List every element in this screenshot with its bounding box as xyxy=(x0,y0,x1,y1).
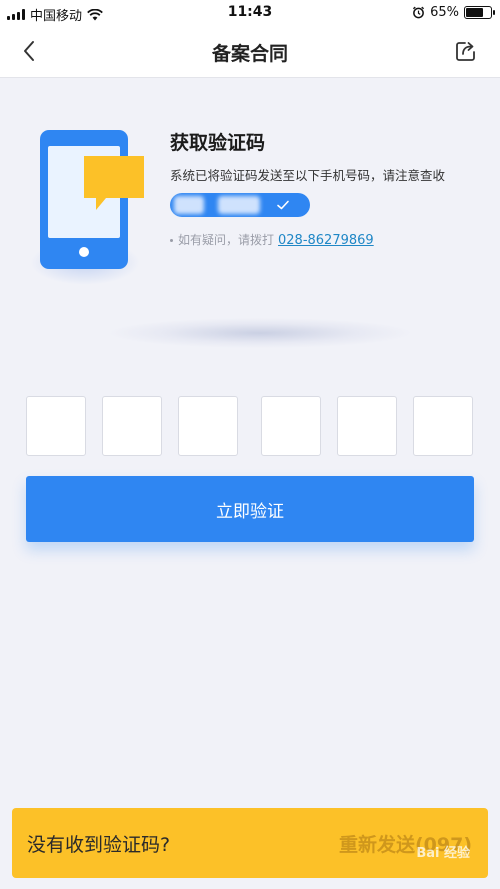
code-input-4[interactable] xyxy=(261,396,321,456)
status-bar: 中国移动 11:43 65% xyxy=(0,0,500,26)
header-title: 获取验证码 xyxy=(170,132,266,154)
illustration-shadow xyxy=(110,318,410,348)
help-phone-link[interactable]: 028-86279869 xyxy=(278,233,374,248)
status-right: 65% xyxy=(412,5,495,20)
check-icon xyxy=(277,200,289,210)
page-title: 备案合同 xyxy=(211,43,288,65)
help-line: 如有疑问，请拨打 028-86279869 xyxy=(170,231,374,248)
resend-bar: 没有收到验证码? 重新发送(097) Bai 经验 xyxy=(12,808,488,878)
masked-digits xyxy=(218,196,260,214)
code-input-5[interactable] xyxy=(337,396,397,456)
watermark: Bai 经验 xyxy=(416,846,470,861)
code-input-1[interactable] xyxy=(26,396,86,456)
no-code-prompt: 没有收到验证码? xyxy=(27,834,171,856)
battery-fill xyxy=(466,8,483,17)
battery-icon xyxy=(464,6,495,19)
alarm-icon xyxy=(413,6,425,19)
code-input-6[interactable] xyxy=(413,396,473,456)
masked-phone-number xyxy=(170,193,310,217)
verify-now-button[interactable]: 立即验证 xyxy=(26,476,474,542)
battery-percent: 65% xyxy=(430,5,459,20)
share-icon[interactable] xyxy=(454,39,478,63)
code-input-2[interactable] xyxy=(102,396,162,456)
help-text: 如有疑问，请拨打 xyxy=(178,233,275,247)
nav-bar: 备案合同 xyxy=(0,26,500,78)
header-description: 系统已将验证码发送至以下手机号码，请注意查收 xyxy=(170,168,446,183)
masked-digits xyxy=(174,196,204,214)
phone-message-icon xyxy=(40,130,144,269)
code-input-3[interactable] xyxy=(178,396,238,456)
bullet-dot xyxy=(170,239,173,242)
